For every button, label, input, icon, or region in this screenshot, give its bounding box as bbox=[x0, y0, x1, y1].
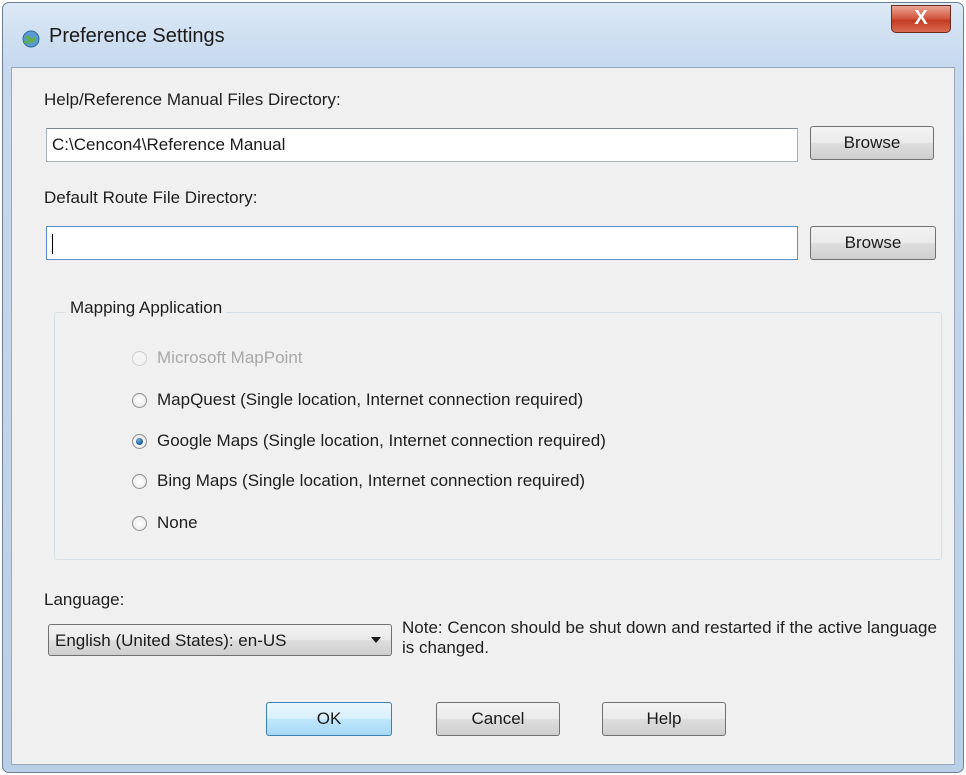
cancel-button[interactable]: Cancel bbox=[436, 702, 560, 736]
help-dir-field[interactable]: C:\Cencon4\Reference Manual bbox=[46, 128, 798, 162]
preference-settings-window: Preference Settings X Help/Reference Man… bbox=[2, 2, 964, 773]
language-note: Note: Cencon should be shut down and res… bbox=[402, 618, 937, 657]
help-button[interactable]: Help bbox=[602, 702, 726, 736]
close-button[interactable]: X bbox=[891, 5, 951, 33]
radio-option-mapquest[interactable]: MapQuest (Single location, Internet conn… bbox=[132, 388, 583, 412]
mapping-group-title: Mapping Application bbox=[66, 298, 227, 318]
route-dir-browse-button[interactable]: Browse bbox=[810, 226, 936, 260]
help-dir-value: C:\Cencon4\Reference Manual bbox=[52, 135, 286, 154]
globe-icon bbox=[22, 30, 40, 48]
title-bar[interactable]: Preference Settings X bbox=[3, 3, 963, 69]
language-selected-value: English (United States): en-US bbox=[55, 631, 287, 650]
radio-button bbox=[132, 350, 147, 366]
radio-label: Microsoft MapPoint bbox=[157, 348, 303, 367]
route-dir-field[interactable] bbox=[46, 226, 798, 260]
dropdown-arrow-icon[interactable] bbox=[371, 637, 381, 643]
radio-button-selected[interactable] bbox=[132, 433, 147, 449]
radio-button[interactable] bbox=[132, 392, 147, 408]
radio-label[interactable]: Google Maps (Single location, Internet c… bbox=[157, 431, 606, 451]
radio-label[interactable]: None bbox=[157, 513, 198, 533]
language-select[interactable]: English (United States): en-US bbox=[48, 624, 392, 656]
radio-option-google-maps[interactable]: Google Maps (Single location, Internet c… bbox=[132, 429, 606, 453]
language-label: Language: bbox=[44, 590, 125, 609]
radio-option-bing-maps[interactable]: Bing Maps (Single location, Internet con… bbox=[132, 469, 585, 493]
radio-label[interactable]: MapQuest (Single location, Internet conn… bbox=[157, 390, 583, 410]
route-dir-label: Default Route File Directory: bbox=[44, 188, 258, 207]
radio-option-none[interactable]: None bbox=[132, 511, 198, 535]
radio-label[interactable]: Bing Maps (Single location, Internet con… bbox=[157, 471, 585, 491]
radio-option-mappoint: Microsoft MapPoint bbox=[132, 346, 303, 370]
dialog-body: Help/Reference Manual Files Directory: C… bbox=[11, 67, 955, 765]
window-title: Preference Settings bbox=[49, 25, 225, 47]
radio-button[interactable] bbox=[132, 473, 147, 489]
help-dir-label: Help/Reference Manual Files Directory: bbox=[44, 90, 341, 109]
help-dir-browse-button[interactable]: Browse bbox=[810, 126, 934, 160]
radio-button[interactable] bbox=[132, 515, 147, 531]
text-caret bbox=[52, 233, 53, 254]
close-icon: X bbox=[914, 7, 928, 29]
ok-button[interactable]: OK bbox=[266, 702, 392, 736]
